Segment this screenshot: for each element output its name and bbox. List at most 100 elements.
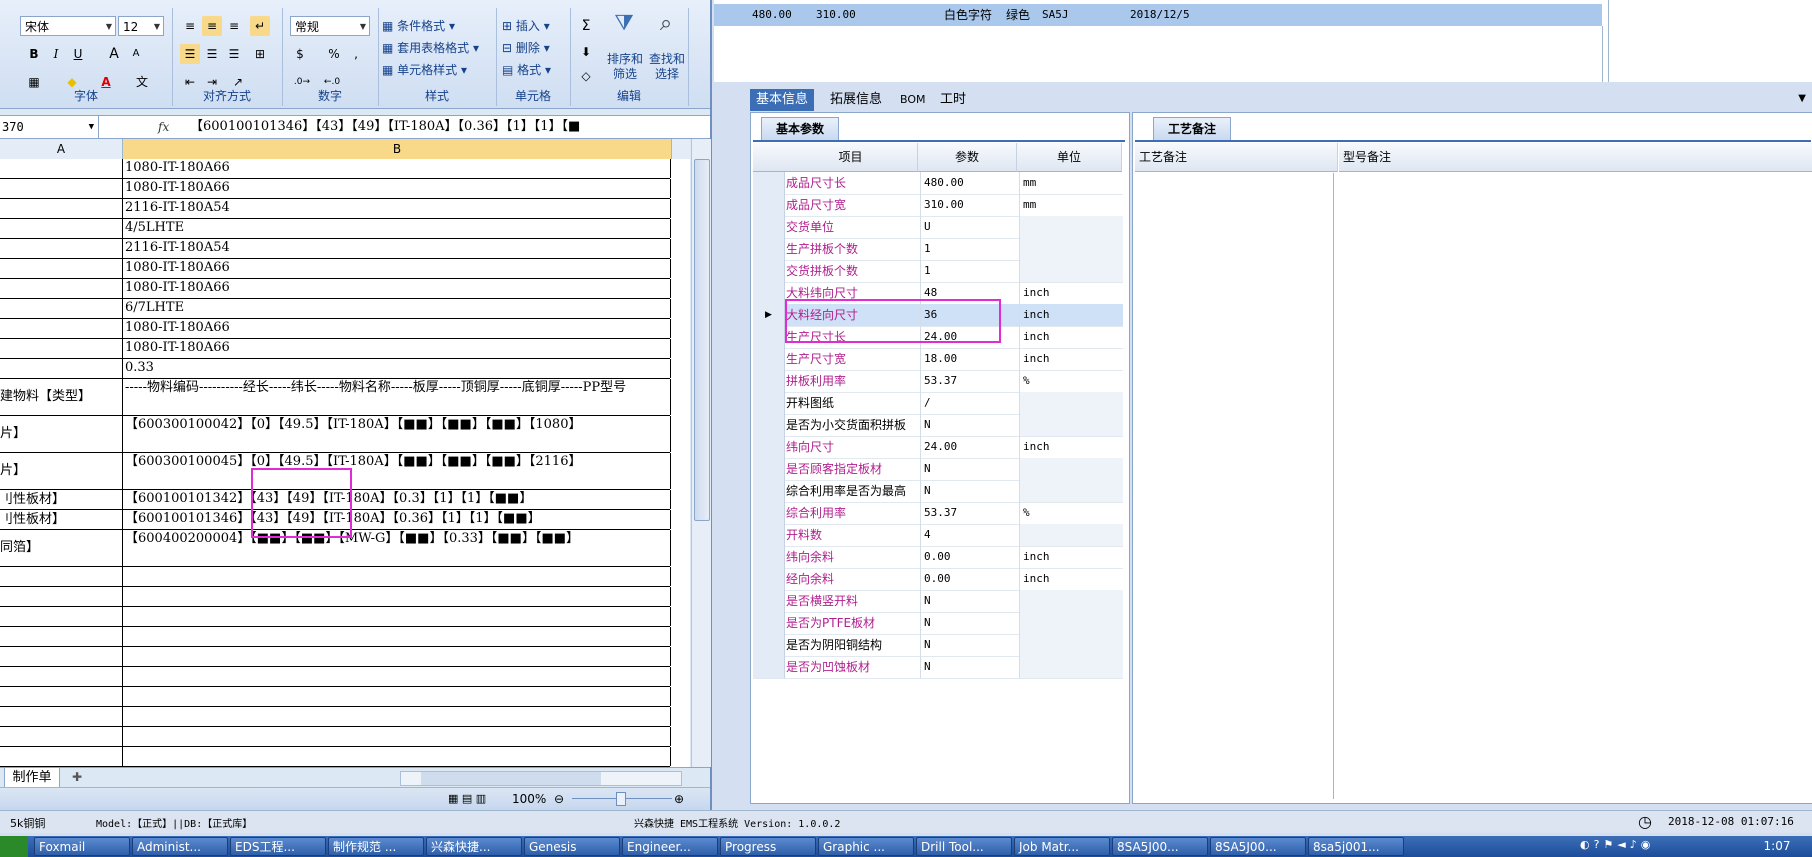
empty-cell-a[interactable]: [0, 587, 123, 606]
horizontal-scrollbar[interactable]: [400, 771, 682, 786]
empty-cell-b[interactable]: [125, 687, 671, 706]
sheet-tab[interactable]: 制作单: [4, 768, 60, 788]
taskbar-item[interactable]: 8SA5J00...: [1112, 837, 1208, 856]
empty-sheet-row[interactable]: [0, 667, 671, 687]
param-row[interactable]: 开料图纸 /: [753, 392, 1123, 415]
taskbar-item[interactable]: Job Matr...: [1014, 837, 1110, 856]
empty-cell-b[interactable]: [125, 727, 671, 746]
param-value[interactable]: N: [920, 480, 1020, 502]
zoom-slider-thumb[interactable]: [616, 792, 626, 806]
empty-sheet-row[interactable]: [0, 727, 671, 747]
empty-sheet-row[interactable]: [0, 747, 671, 767]
cell-a[interactable]: [0, 159, 123, 178]
column-b-header[interactable]: B: [123, 139, 672, 159]
empty-cell-a[interactable]: [0, 567, 123, 586]
row-selector[interactable]: ▶: [753, 304, 785, 326]
param-unit[interactable]: [1019, 634, 1123, 656]
param-value[interactable]: 4: [920, 524, 1020, 546]
cell-b[interactable]: 【600300100045】【0】【49.5】【IT-180A】【■■】【■■】…: [125, 453, 671, 489]
param-unit[interactable]: inch: [1019, 436, 1123, 458]
insert-button[interactable]: ⊞ 插入 ▾: [502, 16, 550, 36]
sort-filter-label[interactable]: 排序和 筛选: [604, 52, 646, 82]
param-unit[interactable]: [1019, 458, 1123, 480]
empty-cell-a[interactable]: [0, 647, 123, 666]
param-unit[interactable]: inch: [1019, 546, 1123, 568]
fx-icon[interactable]: fx: [158, 116, 184, 138]
cell-a[interactable]: [0, 199, 123, 218]
param-value[interactable]: N: [920, 612, 1020, 634]
param-value[interactable]: N: [920, 656, 1020, 678]
param-unit[interactable]: [1019, 612, 1123, 634]
empty-cell-b[interactable]: [125, 567, 671, 586]
param-row[interactable]: 纬向余料 0.00 inch: [753, 546, 1123, 569]
font-name-select[interactable]: 宋体 ▼: [20, 16, 116, 36]
param-unit[interactable]: [1019, 216, 1123, 238]
cell-a[interactable]: 刂性板材】: [0, 490, 123, 509]
param-row[interactable]: 是否横竖开料 N: [753, 590, 1123, 613]
new-sheet-icon[interactable]: ✚: [66, 768, 88, 786]
empty-sheet-row[interactable]: [0, 587, 671, 607]
row-selector[interactable]: [753, 238, 785, 260]
worksheet-grid[interactable]: 1080-IT-180A66 1080-IT-180A66 2116-IT-180A…: [0, 159, 690, 767]
process-remark-textarea[interactable]: [1135, 173, 1334, 799]
cell-a[interactable]: [0, 359, 123, 378]
empty-sheet-row[interactable]: [0, 687, 671, 707]
cell-b[interactable]: 1080-IT-180A66: [125, 179, 671, 198]
param-unit[interactable]: [1019, 392, 1123, 414]
taskbar-item[interactable]: 制作规范 ...: [328, 837, 424, 856]
percent-button[interactable]: %: [324, 44, 344, 64]
param-unit[interactable]: inch: [1019, 326, 1123, 348]
empty-sheet-row[interactable]: [0, 607, 671, 627]
align-left-icon[interactable]: ☰: [180, 44, 200, 64]
param-unit[interactable]: mm: [1019, 194, 1123, 216]
cell-a[interactable]: [0, 299, 123, 318]
cell-b[interactable]: 6/7LHTE: [125, 299, 671, 318]
row-selector[interactable]: [753, 546, 785, 568]
tab-extended-info[interactable]: 拓展信息: [824, 89, 888, 111]
sheet-row[interactable]: 1080-IT-180A66: [0, 279, 671, 299]
wrap-text-icon[interactable]: ↵: [250, 16, 270, 36]
empty-cell-b[interactable]: [125, 587, 671, 606]
row-selector[interactable]: [753, 612, 785, 634]
format-button[interactable]: ▤ 格式 ▾: [502, 60, 551, 80]
column-a-header[interactable]: A: [0, 139, 123, 159]
param-unit[interactable]: mm: [1019, 172, 1123, 194]
param-value[interactable]: 1: [920, 238, 1020, 260]
row-selector[interactable]: [753, 216, 785, 238]
comma-button[interactable]: ,: [346, 44, 366, 64]
item-column-header[interactable]: 项目: [784, 143, 918, 172]
row-selector[interactable]: [753, 436, 785, 458]
tab-bom[interactable]: BOM: [894, 89, 932, 111]
row-selector[interactable]: [753, 414, 785, 436]
shrink-font-button[interactable]: A: [126, 44, 146, 64]
cell-a[interactable]: [0, 219, 123, 238]
empty-sheet-row[interactable]: [0, 647, 671, 667]
number-format-select[interactable]: 常规 ▼: [290, 16, 370, 36]
param-unit[interactable]: [1019, 590, 1123, 612]
bold-button[interactable]: B: [24, 44, 44, 64]
cell-b[interactable]: -----物料编码----------经长-----纬长-----物料名称---…: [125, 379, 671, 415]
row-selector[interactable]: [753, 392, 785, 414]
param-value[interactable]: 24.00: [920, 436, 1020, 458]
scroll-thumb[interactable]: [694, 159, 710, 521]
taskbar-item[interactable]: Engineer...: [622, 837, 718, 856]
cell-b[interactable]: 4/5LHTE: [125, 219, 671, 238]
process-remarks-tab[interactable]: 工艺备注: [1153, 117, 1232, 140]
align-top-icon[interactable]: ≡: [180, 16, 200, 36]
param-row[interactable]: 综合利用率 53.37%: [753, 502, 1123, 525]
cell-b[interactable]: 1080-IT-180A66: [125, 259, 671, 278]
cell-b[interactable]: 【600100101342】【43】【49】【IT-180A】【0.3】【1】【…: [125, 490, 671, 509]
currency-icon[interactable]: $: [290, 44, 310, 64]
sheet-row[interactable]: 6/7LHTE: [0, 299, 671, 319]
font-size-select[interactable]: 12 ▼: [118, 16, 164, 36]
param-value[interactable]: 18.00: [920, 348, 1020, 370]
row-selector[interactable]: [753, 634, 785, 656]
sheet-row[interactable]: 建物料【类型】 -----物料编码----------经长-----纬长-----…: [0, 379, 671, 416]
taskbar-item[interactable]: Foxmail: [34, 837, 130, 856]
sheet-row[interactable]: 2116-IT-180A54: [0, 239, 671, 259]
taskbar-item[interactable]: EDS工程...: [230, 837, 326, 856]
param-value[interactable]: 0.00: [920, 546, 1020, 568]
empty-cell-b[interactable]: [125, 707, 671, 726]
param-value[interactable]: /: [920, 392, 1020, 414]
param-row[interactable]: 开料数 4: [753, 524, 1123, 547]
